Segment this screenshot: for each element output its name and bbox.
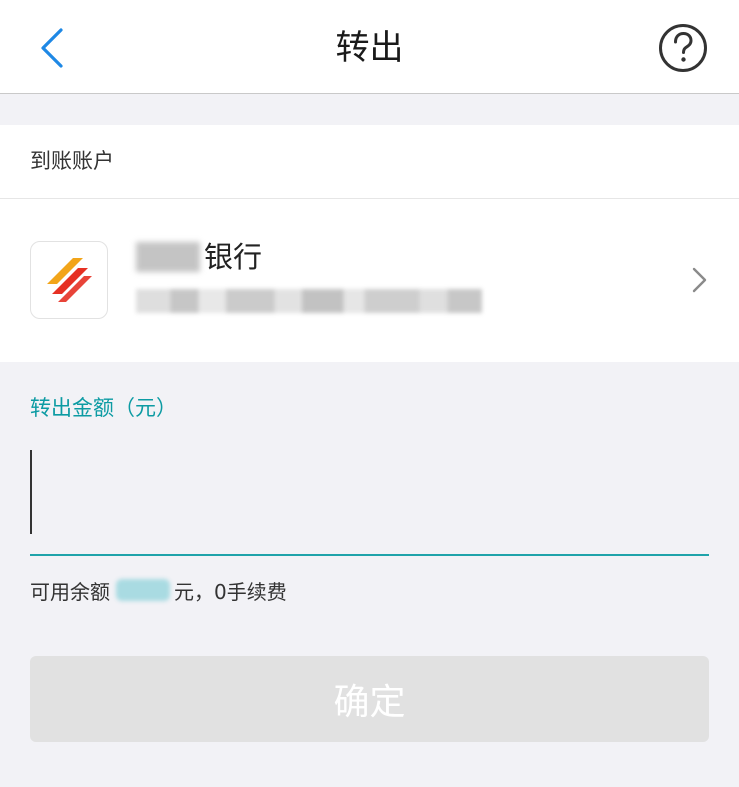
masked-balance-amount xyxy=(116,579,170,601)
account-section-label: 到账账户 xyxy=(30,149,114,173)
bank-logo xyxy=(30,241,108,319)
confirm-button[interactable]: 确定 xyxy=(30,656,709,742)
amount-label: 转出金额（元） xyxy=(30,396,177,420)
balance-suffix: 元，0手续费 xyxy=(174,579,287,604)
available-balance-info: 可用余额 元，0手续费 xyxy=(30,574,287,606)
bank-logo-icon xyxy=(47,258,92,302)
question-circle-icon xyxy=(659,24,707,72)
bank-name-group: 银行 xyxy=(136,237,262,277)
masked-bank-prefix xyxy=(136,242,200,272)
amount-input-container[interactable] xyxy=(30,448,709,556)
nav-header: 转出 xyxy=(0,0,739,94)
bank-name: 银行 xyxy=(204,240,263,274)
receiving-account-selector[interactable]: 银行 xyxy=(0,199,739,362)
transfer-out-screen: 转出 到账账户 银行 转出金额（元） 可用余额 元，0手续费 确定 xyxy=(0,0,739,787)
page-title: 转出 xyxy=(335,28,404,68)
chevron-right-icon xyxy=(692,267,707,293)
balance-prefix: 可用余额 xyxy=(30,579,110,604)
account-section-header: 到账账户 xyxy=(0,125,739,199)
amount-input[interactable] xyxy=(30,448,709,548)
masked-account-number xyxy=(136,289,482,313)
help-button[interactable] xyxy=(657,22,709,74)
text-caret xyxy=(30,450,32,534)
